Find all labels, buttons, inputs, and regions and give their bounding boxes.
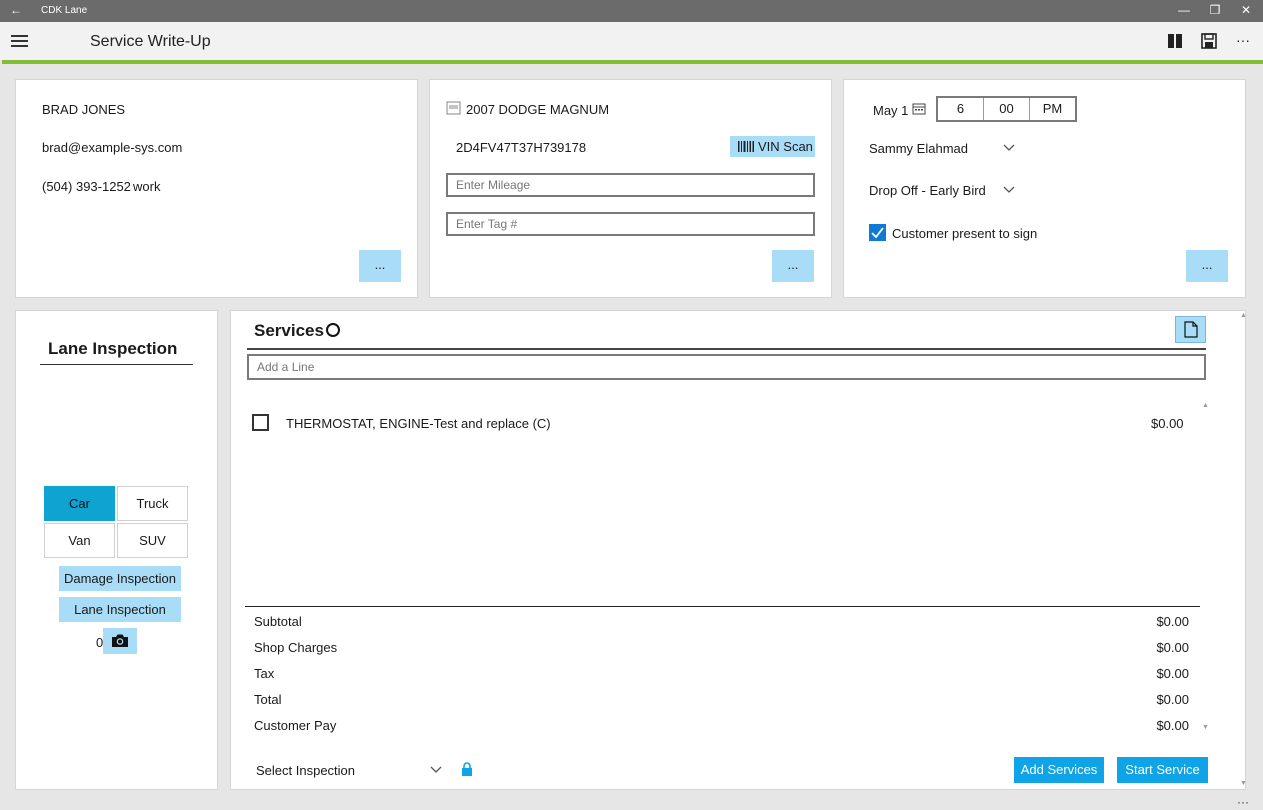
lock-icon[interactable] bbox=[461, 762, 473, 776]
time-minute[interactable]: 00 bbox=[984, 98, 1030, 120]
back-arrow-icon[interactable]: ← bbox=[10, 3, 22, 17]
summary-customer-pay: Customer Pay $0.00 bbox=[254, 718, 1189, 733]
summary-label: Tax bbox=[254, 666, 275, 681]
summary-label: Total bbox=[254, 692, 282, 707]
camera-button[interactable] bbox=[103, 628, 137, 654]
summary-value: $0.00 bbox=[1156, 666, 1189, 681]
advisor-dropdown[interactable]: Sammy Elahmad bbox=[869, 140, 1017, 158]
heading-underline bbox=[40, 364, 193, 365]
page-scrollbar[interactable]: ▲ ▼ bbox=[1240, 310, 1247, 790]
chevron-down-icon bbox=[1003, 186, 1015, 193]
customer-email: brad@example-sys.com bbox=[42, 140, 183, 155]
summary-value: $0.00 bbox=[1156, 640, 1189, 655]
accent-divider bbox=[2, 60, 1263, 64]
footer-more-button[interactable]: ··· bbox=[1237, 795, 1249, 809]
vehicle-type-suv[interactable]: SUV bbox=[117, 523, 188, 558]
summary-value: $0.00 bbox=[1156, 614, 1189, 629]
document-icon bbox=[1184, 321, 1198, 338]
barcode-icon bbox=[738, 141, 754, 152]
split-view-icon[interactable] bbox=[1166, 32, 1184, 50]
summary-shop-charges: Shop Charges $0.00 bbox=[254, 640, 1189, 655]
minimize-button[interactable]: — bbox=[1174, 3, 1194, 17]
service-line-amount: $0.00 bbox=[1151, 416, 1184, 431]
vin-scan-label: VIN Scan bbox=[758, 139, 813, 154]
add-services-button[interactable]: Add Services bbox=[1014, 757, 1104, 783]
services-divider bbox=[247, 348, 1206, 350]
window-title-bar: ← CDK Lane — ❐ ✕ bbox=[0, 0, 1263, 22]
summary-label: Shop Charges bbox=[254, 640, 338, 655]
more-options-button[interactable]: ··· bbox=[1236, 32, 1250, 48]
select-inspection-value: Select Inspection bbox=[256, 763, 356, 778]
vehicle-more-button[interactable]: ... bbox=[772, 250, 814, 282]
time-hour[interactable]: 6 bbox=[938, 98, 984, 120]
summary-tax: Tax $0.00 bbox=[254, 666, 1189, 681]
summary-divider bbox=[245, 606, 1200, 607]
drop-off-dropdown[interactable]: Drop Off - Early Bird bbox=[869, 182, 1017, 200]
appointment-date[interactable]: May 1 bbox=[873, 103, 908, 118]
appointment-more-button[interactable]: ... bbox=[1186, 250, 1228, 282]
start-service-button[interactable]: Start Service bbox=[1117, 757, 1208, 783]
car-icon bbox=[446, 101, 461, 115]
vehicle-vin: 2D4FV47T37H739178 bbox=[456, 140, 587, 155]
services-heading: Services bbox=[254, 321, 324, 340]
customer-more-button[interactable]: ... bbox=[359, 250, 401, 282]
customer-phone-type: work bbox=[133, 179, 161, 194]
restore-button[interactable]: ❐ bbox=[1205, 3, 1225, 17]
services-scrollbar[interactable]: ▲ ▼ bbox=[1202, 402, 1210, 734]
vin-scan-button[interactable]: VIN Scan bbox=[730, 136, 815, 157]
damage-inspection-button[interactable]: Damage Inspection bbox=[59, 566, 181, 591]
add-line-input[interactable]: Add a Line bbox=[247, 354, 1206, 380]
select-inspection-dropdown[interactable]: Select Inspection bbox=[256, 762, 446, 780]
camera-icon bbox=[112, 634, 128, 647]
checkmark-icon bbox=[871, 227, 884, 239]
vehicle-type-van[interactable]: Van bbox=[44, 523, 115, 558]
vehicle-title: 2007 DODGE MAGNUM bbox=[466, 102, 610, 117]
customer-present-label: Customer present to sign bbox=[892, 226, 1038, 241]
calendar-icon[interactable] bbox=[912, 102, 926, 115]
vehicle-type-car[interactable]: Car bbox=[44, 486, 115, 521]
summary-total: Total $0.00 bbox=[254, 692, 1189, 707]
app-bar: Service Write-Up ··· bbox=[0, 22, 1263, 60]
summary-label: Customer Pay bbox=[254, 718, 337, 733]
customer-present-checkbox[interactable] bbox=[869, 224, 886, 241]
service-line-description: THERMOSTAT, ENGINE-Test and replace (C) bbox=[286, 416, 551, 431]
status-ring-icon bbox=[326, 323, 340, 337]
customer-phone: (504) 393-1252 bbox=[42, 179, 131, 194]
chevron-down-icon bbox=[1003, 144, 1015, 151]
summary-subtotal: Subtotal $0.00 bbox=[254, 614, 1189, 629]
mileage-input[interactable]: Enter Mileage bbox=[446, 173, 815, 197]
summary-value: $0.00 bbox=[1156, 692, 1189, 707]
customer-name: BRAD JONES bbox=[42, 102, 126, 117]
drop-off-value: Drop Off - Early Bird bbox=[869, 183, 986, 198]
summary-value: $0.00 bbox=[1156, 718, 1189, 733]
service-line-checkbox[interactable] bbox=[252, 414, 269, 431]
vehicle-type-truck[interactable]: Truck bbox=[117, 486, 188, 521]
document-button[interactable] bbox=[1175, 316, 1206, 343]
summary-label: Subtotal bbox=[254, 614, 302, 629]
page-title: Service Write-Up bbox=[90, 33, 211, 50]
lane-inspection-heading: Lane Inspection bbox=[48, 339, 178, 358]
tag-input[interactable]: Enter Tag # bbox=[446, 212, 815, 236]
time-ampm[interactable]: PM bbox=[1030, 98, 1075, 120]
hamburger-menu-icon[interactable] bbox=[11, 35, 28, 47]
save-icon[interactable] bbox=[1200, 32, 1218, 50]
close-button[interactable]: ✕ bbox=[1236, 3, 1256, 17]
app-title: CDK Lane bbox=[41, 5, 88, 16]
lane-inspection-button[interactable]: Lane Inspection bbox=[59, 597, 181, 622]
chevron-down-icon bbox=[430, 766, 442, 773]
time-picker[interactable]: 6 00 PM bbox=[936, 96, 1077, 122]
advisor-value: Sammy Elahmad bbox=[869, 141, 968, 156]
